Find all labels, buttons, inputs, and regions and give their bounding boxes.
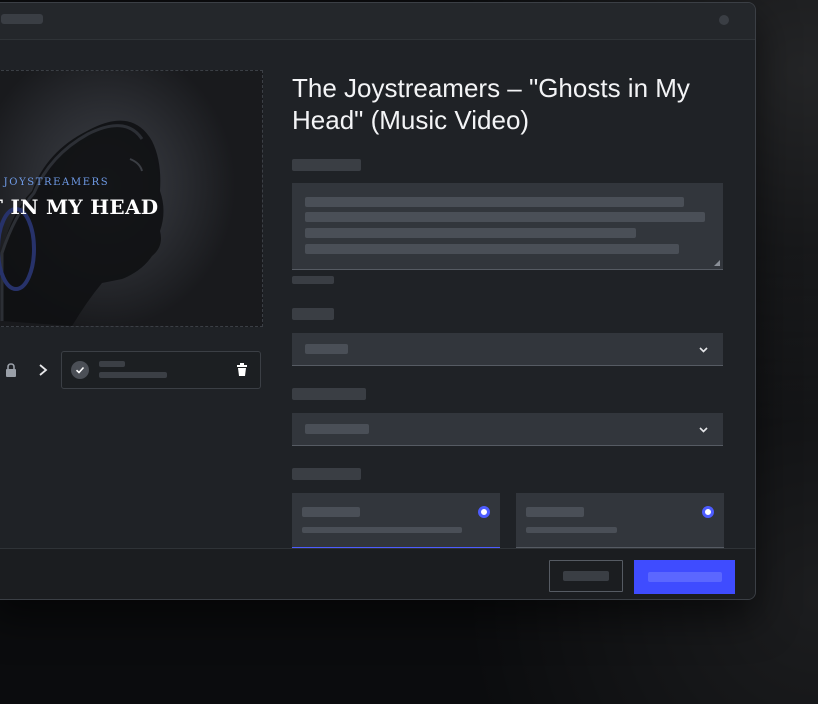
cancel-button-label-placeholder <box>563 571 609 581</box>
visibility-label-placeholder <box>292 468 361 480</box>
language-label-placeholder <box>292 388 366 400</box>
titlebar-dot[interactable] <box>719 15 729 25</box>
publish-modal: E JOYSTREAMERS T IN MY HEAD The Joystrea… <box>0 2 756 600</box>
publish-button-label-placeholder <box>647 572 722 582</box>
visibility-option-1[interactable] <box>292 493 500 549</box>
file-name-placeholder <box>99 361 125 367</box>
chevron-down-icon <box>699 427 708 433</box>
video-title-heading: The Joystreamers – "Ghosts in My Head" (… <box>292 73 690 135</box>
radio-selected-icon[interactable] <box>478 506 490 518</box>
language-select[interactable] <box>292 413 723 446</box>
description-textarea[interactable] <box>292 183 723 270</box>
trash-icon[interactable] <box>236 363 248 377</box>
chevron-right-icon[interactable] <box>37 363 49 377</box>
description-label-placeholder <box>292 159 361 171</box>
modal-footer <box>0 548 755 599</box>
character-count-placeholder <box>292 276 334 284</box>
resize-handle-icon[interactable] <box>714 260 720 266</box>
radio-icon[interactable] <box>702 506 714 518</box>
thumbnail-song-title: T IN MY HEAD <box>0 195 159 219</box>
chevron-down-icon <box>699 347 708 353</box>
cancel-button[interactable] <box>549 560 623 592</box>
publish-button[interactable] <box>634 560 735 594</box>
check-icon <box>71 361 89 379</box>
thumbnail-band-name: E JOYSTREAMERS <box>0 177 110 188</box>
file-meta-placeholder <box>99 372 167 378</box>
uploaded-file-card[interactable] <box>61 351 261 389</box>
modal-titlebar <box>0 3 755 40</box>
lock-icon[interactable] <box>5 363 17 377</box>
titlebar-label-placeholder <box>1 14 43 24</box>
visibility-option-2[interactable] <box>516 493 724 548</box>
category-select[interactable] <box>292 333 723 366</box>
thumbnail-toolbar <box>0 351 261 389</box>
category-label-placeholder <box>292 308 334 320</box>
thumbnail-preview: E JOYSTREAMERS T IN MY HEAD <box>0 70 263 327</box>
